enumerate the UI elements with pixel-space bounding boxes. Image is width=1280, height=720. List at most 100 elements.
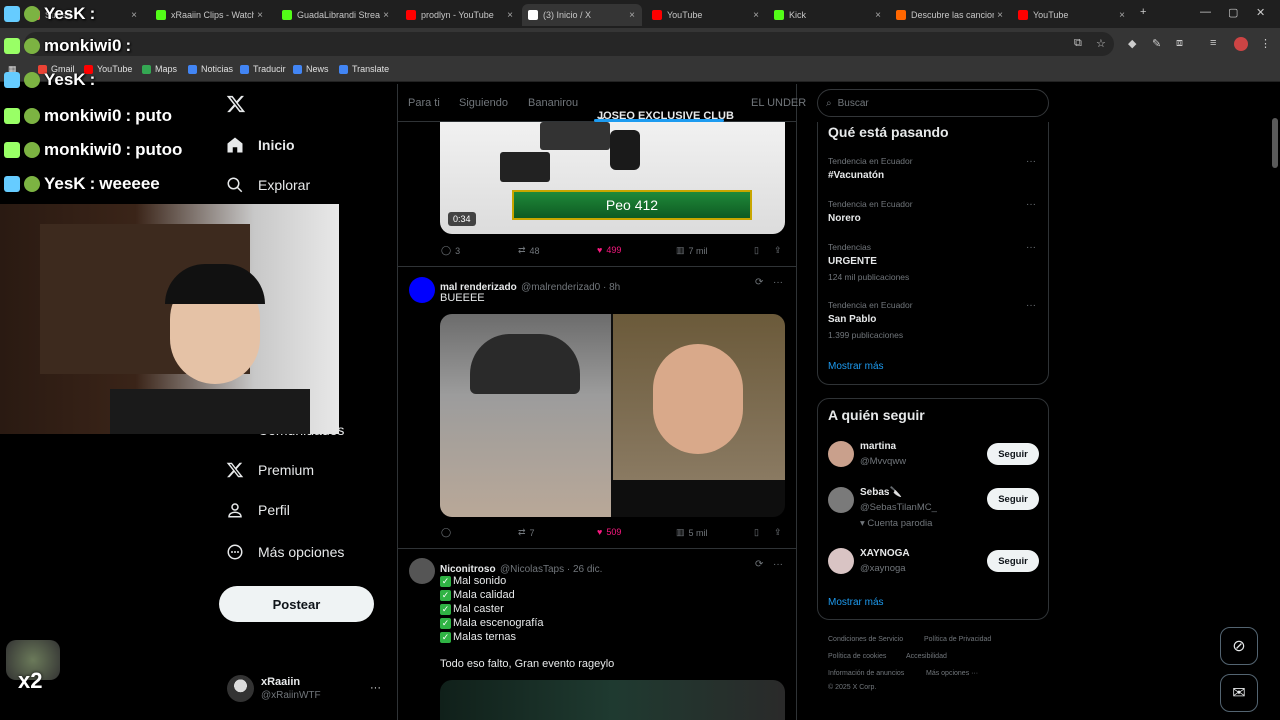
trend-name[interactable]: San Pablo — [828, 314, 876, 325]
browser-tab[interactable]: YouTube × — [646, 4, 766, 26]
close-tab-icon[interactable]: × — [1116, 10, 1128, 21]
follow-show-more[interactable]: Mostrar más — [828, 597, 884, 608]
more-icon[interactable]: ··· — [773, 559, 783, 570]
close-tab-icon[interactable]: × — [994, 10, 1006, 21]
maximize-icon[interactable]: ▢ — [1228, 6, 1238, 19]
footer-link[interactable]: Política de cookies — [828, 653, 886, 660]
repost-button[interactable]: ⇄ 48 — [518, 245, 540, 256]
minimize-icon[interactable]: — — [1200, 6, 1211, 18]
close-tab-icon[interactable]: × — [626, 10, 638, 21]
follow-avatar[interactable] — [828, 548, 854, 574]
bookmark-item[interactable]: Noticias — [188, 64, 233, 74]
follow-button[interactable]: Seguir — [987, 550, 1039, 572]
x-logo-icon[interactable] — [226, 94, 246, 114]
close-window-icon[interactable]: ✕ — [1256, 6, 1265, 19]
nav-item-premium[interactable]: Premium — [226, 461, 314, 479]
close-tab-icon[interactable]: × — [254, 10, 266, 21]
nav-item-perfil[interactable]: Perfil — [226, 501, 290, 519]
browser-tab[interactable]: YouTube × — [1012, 4, 1132, 26]
more-icon[interactable]: ··· — [773, 277, 783, 288]
trend-more-icon[interactable]: ··· — [1026, 300, 1036, 311]
messages-button[interactable]: ✉ — [1220, 674, 1258, 712]
puzzle-icon[interactable]: ⧈ — [1176, 37, 1183, 50]
bookmark-icon[interactable]: ▯ — [754, 245, 759, 256]
browser-tab[interactable]: GuadaLibrandi Stream × — [276, 4, 396, 26]
like-button[interactable]: ♥ 509 — [597, 527, 621, 537]
browser-tab[interactable]: prodlyn - YouTube × — [400, 4, 520, 26]
close-tab-icon[interactable]: × — [750, 10, 762, 21]
follow-avatar[interactable] — [828, 441, 854, 467]
footer-link[interactable]: Condiciones de Servicio — [828, 636, 903, 643]
grok-icon[interactable]: ⟳ — [755, 559, 763, 570]
close-tab-icon[interactable]: × — [504, 10, 516, 21]
extension-icon[interactable]: ◆ — [1128, 37, 1136, 50]
post-button[interactable]: Postear — [219, 586, 374, 622]
close-tab-icon[interactable]: × — [872, 10, 884, 21]
follow-button[interactable]: Seguir — [987, 443, 1039, 465]
share-icon[interactable]: ⇪ — [774, 527, 782, 538]
share-icon[interactable]: ⇪ — [774, 245, 782, 256]
tab-siguiendo[interactable]: Siguiendo — [459, 97, 508, 109]
media-image[interactable] — [613, 314, 785, 480]
reply-button[interactable]: ◯ — [441, 527, 455, 538]
footer-link[interactable]: Accesibilidad — [906, 653, 947, 660]
browser-tab[interactable]: (3) Inicio / X × — [522, 4, 642, 26]
extension-icon[interactable]: ✎ — [1152, 37, 1161, 50]
menu-kebab-icon[interactable]: ⋮ — [1260, 37, 1271, 50]
close-tab-icon[interactable]: × — [128, 10, 140, 21]
close-tab-icon[interactable]: × — [380, 10, 392, 21]
trend-more-icon[interactable]: ··· — [1026, 199, 1036, 210]
trend-more-icon[interactable]: ··· — [1026, 242, 1036, 253]
search-input[interactable]: ⌕ Buscar — [817, 89, 1049, 117]
bookmark-item[interactable]: Maps — [142, 64, 177, 74]
trend-name[interactable]: URGENTE — [828, 256, 877, 267]
bookmark-star-icon[interactable]: ☆ — [1096, 37, 1106, 50]
grok-button[interactable]: ⊘ — [1220, 627, 1258, 665]
views-button[interactable]: ▥ 7 mil — [676, 245, 708, 256]
address-bar[interactable] — [24, 32, 1114, 56]
follow-name[interactable]: martina — [860, 441, 896, 452]
footer-link[interactable]: Información de anuncios — [828, 670, 904, 677]
browser-tab[interactable]: xRaaiin Clips - Watch × — [150, 4, 270, 26]
follow-avatar[interactable] — [828, 487, 854, 513]
follow-name[interactable]: Sebas🔪 — [860, 487, 902, 498]
browser-tab[interactable]: Kick × — [768, 4, 888, 26]
account-avatar[interactable] — [227, 675, 254, 702]
bookmark-item[interactable]: Traducir — [240, 64, 286, 74]
nav-item-mas-opciones[interactable]: Más opciones — [226, 543, 344, 561]
profile-avatar[interactable] — [1234, 37, 1248, 51]
account-menu-icon[interactable]: ··· — [370, 682, 381, 694]
tab-bananirou[interactable]: Bananirou — [528, 97, 578, 109]
trend-name[interactable]: Norero — [828, 213, 861, 224]
nav-item-inicio[interactable]: Inicio — [226, 136, 295, 154]
scrollbar-thumb[interactable] — [1272, 118, 1278, 168]
footer-link[interactable]: Política de Privacidad — [924, 636, 991, 643]
bookmark-icon[interactable]: ▯ — [754, 527, 759, 538]
author-avatar[interactable] — [409, 277, 435, 303]
follow-button[interactable]: Seguir — [987, 488, 1039, 510]
post-media[interactable] — [440, 680, 785, 720]
author-avatar[interactable] — [409, 558, 435, 584]
install-icon[interactable]: ⧉ — [1074, 37, 1082, 50]
tab-para-ti[interactable]: Para ti — [408, 97, 440, 109]
bookmark-item[interactable]: Translate — [339, 64, 389, 74]
tab-el-under[interactable]: EL UNDER — [751, 97, 806, 109]
browser-tab[interactable]: Descubre las cancion × — [890, 4, 1010, 26]
trends-show-more[interactable]: Mostrar más — [828, 361, 884, 372]
trend-more-icon[interactable]: ··· — [1026, 156, 1036, 167]
footer-link[interactable]: Más opciones ··· — [926, 670, 978, 677]
reply-button[interactable]: ◯ 3 — [441, 245, 460, 256]
nav-item-explorar[interactable]: Explorar — [226, 176, 310, 194]
media-icon[interactable]: ≡ — [1210, 37, 1216, 49]
repost-button[interactable]: ⇄ 7 — [518, 527, 535, 538]
author-handle[interactable]: @malrenderizad0 · 8h — [521, 282, 620, 293]
video-player[interactable]: Peo 412 0:34 — [440, 122, 785, 234]
views-button[interactable]: ▥ 5 mil — [676, 527, 708, 538]
bookmark-item[interactable]: News — [293, 64, 329, 74]
post-media[interactable] — [440, 314, 785, 517]
trend-name[interactable]: #Vacunatón — [828, 170, 884, 181]
follow-name[interactable]: XAYNOGA — [860, 548, 910, 559]
like-button[interactable]: ♥ 499 — [597, 245, 621, 255]
media-image[interactable] — [440, 314, 611, 517]
grok-icon[interactable]: ⟳ — [755, 277, 763, 288]
